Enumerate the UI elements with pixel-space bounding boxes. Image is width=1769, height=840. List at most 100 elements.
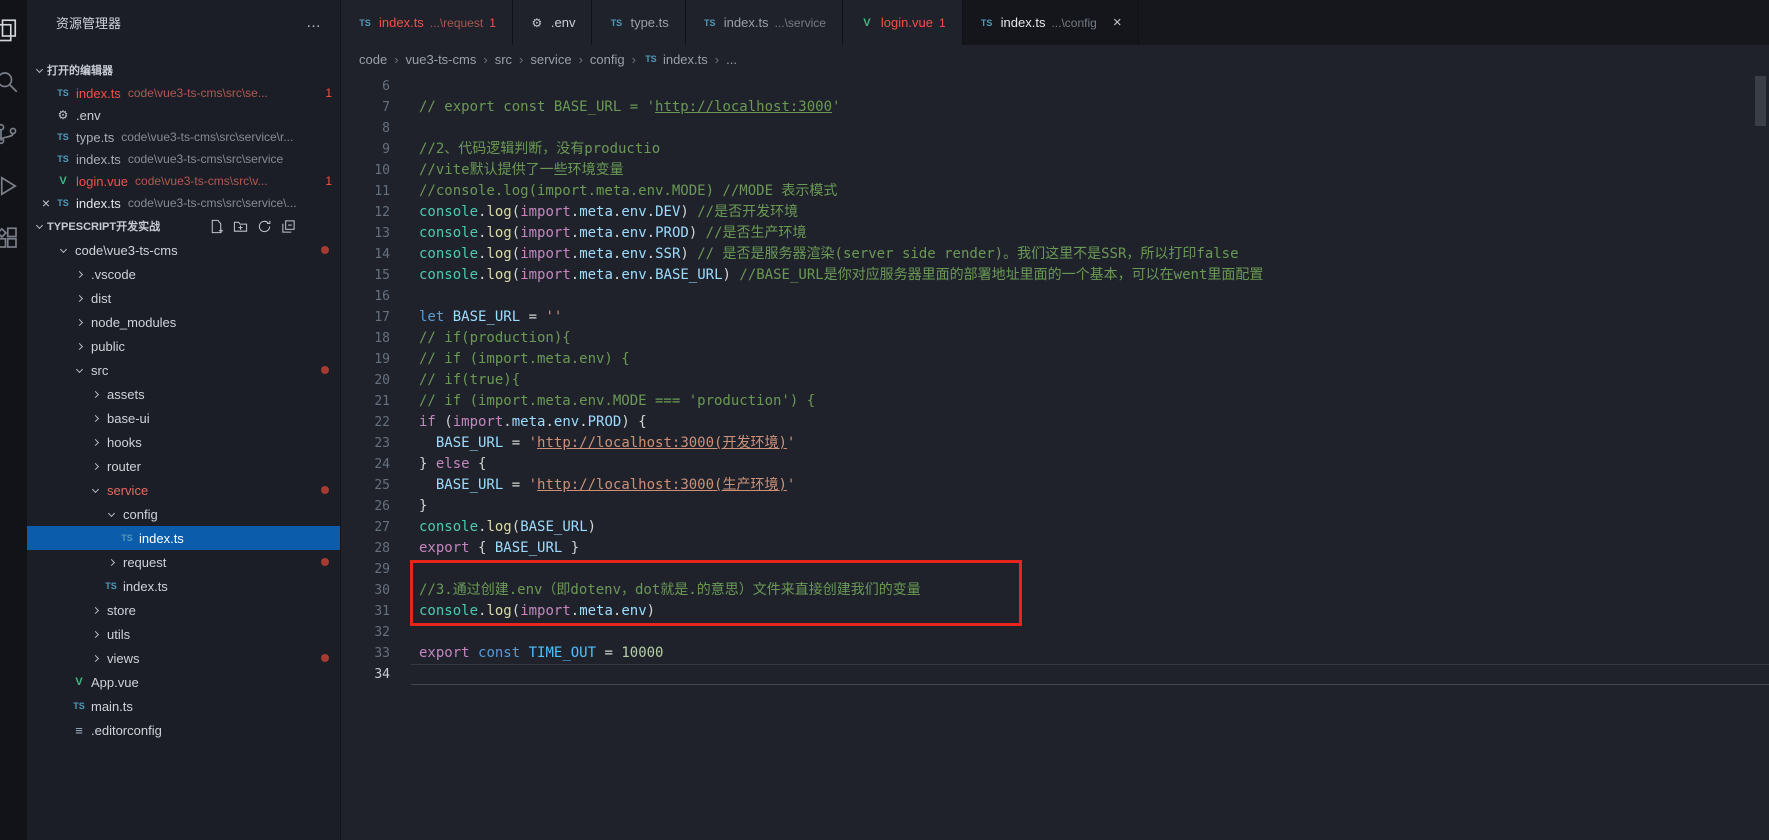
code-token: . [570, 603, 580, 619]
file-path: code\vue3-ts-cms\src\v... [135, 174, 268, 188]
code-token: import [520, 246, 571, 262]
tree-item-public[interactable]: public [27, 334, 340, 358]
search-icon[interactable] [0, 56, 27, 108]
tab-index.ts[interactable]: TS index.ts ...\request 1 [341, 0, 513, 45]
tree-item-router[interactable]: router [27, 454, 340, 478]
line-number: 23 [374, 436, 390, 451]
open-editor-item[interactable]: TS index.ts code\vue3-ts-cms\src\se... 1 [27, 82, 340, 104]
code-line: 29 [341, 559, 1769, 580]
line-content: // if (import.meta.env.MODE === 'product… [411, 391, 1769, 412]
collapse-all-icon[interactable] [281, 219, 296, 234]
breadcrumb-item-service[interactable]: service [530, 52, 571, 67]
close-icon[interactable]: × [1113, 14, 1122, 31]
new-file-icon[interactable] [209, 219, 224, 234]
open-editor-item[interactable]: TS index.ts code\vue3-ts-cms\src\service [27, 148, 340, 170]
tree-item-main.ts[interactable]: TS main.ts [27, 694, 340, 718]
line-content: console.log(import.meta.env.SSR) // 是否是服… [411, 244, 1769, 265]
tree-item-hooks[interactable]: hooks [27, 430, 340, 454]
file-path: code\vue3-ts-cms\src\se... [127, 86, 268, 100]
code-line: 26} [341, 496, 1769, 517]
tab-type.ts[interactable]: TS type.ts [592, 0, 686, 45]
tree-item-service[interactable]: service [27, 478, 340, 502]
refresh-icon[interactable] [257, 219, 272, 234]
tree-item-assets[interactable]: assets [27, 382, 340, 406]
code-token: import [452, 414, 504, 430]
breadcrumb-item-src[interactable]: src [495, 52, 512, 67]
code-token: . [570, 204, 580, 220]
code-token: BASE_URL [655, 267, 723, 283]
chevron-right-icon: › [578, 51, 583, 67]
vue-file-icon: V [75, 676, 83, 688]
tab-.env[interactable]: ⚙ .env [512, 0, 593, 45]
scrollbar-thumb[interactable] [1755, 76, 1766, 126]
typescript-file-icon: TS [610, 17, 623, 28]
project-header[interactable]: TYPESCRIPT开发实战 [27, 214, 340, 238]
tab-index.ts[interactable]: TS index.ts ...\service [685, 0, 843, 45]
line-number: 18 [374, 331, 390, 346]
typescript-file-icon: TS [105, 581, 117, 591]
tree-item-label: .editorconfig [91, 722, 162, 738]
tree-item-.editorconfig[interactable]: ≡ .editorconfig [27, 718, 340, 742]
breadcrumb-item-code[interactable]: code [359, 52, 387, 67]
new-folder-icon[interactable] [233, 219, 248, 234]
breadcrumb-item-config[interactable]: config [590, 52, 625, 67]
code-token: . [570, 267, 580, 283]
code-token: const [478, 645, 521, 661]
tree-item-index.ts[interactable]: TS index.ts [27, 574, 340, 598]
open-editor-item[interactable]: TS type.ts code\vue3-ts-cms\src\service\r.… [27, 126, 340, 148]
line-content: // if(true){ [411, 370, 1769, 391]
editorconfig-file-icon: ≡ [75, 722, 83, 738]
code-token: = [503, 477, 529, 493]
tree-item-label: config [123, 506, 158, 522]
breadcrumb-item-vue3-ts-cms[interactable]: vue3-ts-cms [406, 52, 477, 67]
typescript-file-icon: TS [980, 17, 993, 28]
chevron-right-icon: › [483, 51, 488, 67]
code-area[interactable]: 6 7// export const BASE_URL = 'http://loc… [341, 73, 1769, 840]
tab-index.ts[interactable]: TS index.ts ...\config × [962, 0, 1139, 45]
tree-item-node-modules[interactable]: node_modules [27, 310, 340, 334]
close-icon[interactable]: × [37, 194, 55, 212]
tree-item-dist[interactable]: dist [27, 286, 340, 310]
tree-item-label: hooks [107, 434, 142, 450]
code-token: } [419, 498, 428, 514]
tree-item-.vscode[interactable]: .vscode [27, 262, 340, 286]
code-token: log [486, 603, 512, 619]
tab-login.vue[interactable]: Vlogin.vue 1 [842, 0, 963, 45]
files-icon[interactable] [0, 4, 27, 56]
tree-item-store[interactable]: store [27, 598, 340, 622]
open-editor-item[interactable]: ⚙ .env [27, 104, 340, 126]
tree-item-code-vue3-ts-cms[interactable]: code\vue3-ts-cms [27, 238, 340, 262]
extensions-icon[interactable] [0, 212, 27, 264]
tree-item-request[interactable]: request [27, 550, 340, 574]
breadcrumb-label: vue3-ts-cms [405, 51, 477, 67]
tree-item-src[interactable]: src [27, 358, 340, 382]
run-debug-icon[interactable] [0, 160, 27, 212]
tree-item-config[interactable]: config [27, 502, 340, 526]
vscode-window: 资源管理器 … 打开的编辑器 TS index.ts code\vue3-ts-cm… [0, 0, 1769, 840]
open-editors-header[interactable]: 打开的编辑器 [27, 58, 340, 82]
source-control-icon[interactable] [0, 108, 27, 160]
line-content: //console.log(import.meta.env.MODE) //MO… [411, 181, 1769, 202]
open-editor-item[interactable]: × TS index.ts code\vue3-ts-cms\src\service\… [27, 192, 340, 214]
code-token: . [646, 246, 656, 262]
tab-label: login.vue [880, 15, 933, 30]
code-token: // if(production){ [419, 330, 571, 346]
tree-item-views[interactable]: views [27, 646, 340, 670]
line-number: 9 [382, 142, 390, 157]
tree-item-index.ts[interactable]: TS index.ts [27, 526, 340, 550]
more-actions-icon[interactable]: … [306, 14, 322, 31]
breadcrumb-item-index.ts[interactable]: TS index.ts [643, 52, 708, 67]
line-number: 13 [374, 226, 390, 241]
tree-item-base-ui[interactable]: base-ui [27, 406, 340, 430]
code-token: env [621, 204, 647, 220]
line-number: 20 [374, 373, 390, 388]
code-line: 17 let BASE_URL = '' [341, 307, 1769, 328]
tree-item-app.vue[interactable]: V App.vue [27, 670, 340, 694]
breadcrumb-item-...[interactable]: ... [726, 52, 737, 67]
code-token: meta [579, 204, 613, 220]
open-editor-item[interactable]: Vlogin.vue code\vue3-ts-cms\src\v... 1 [27, 170, 340, 192]
tree-item-utils[interactable]: utils [27, 622, 340, 646]
error-count-badge: 1 [489, 15, 496, 30]
